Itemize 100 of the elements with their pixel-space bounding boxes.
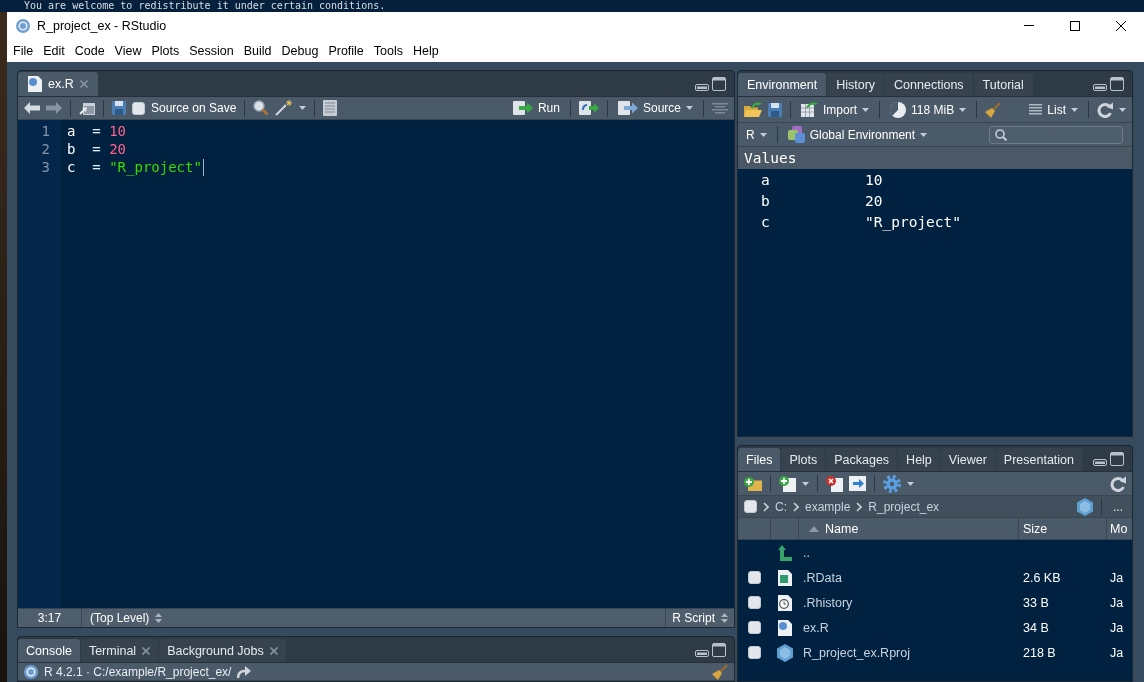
- new-file-icon[interactable]: [779, 475, 796, 492]
- file-name[interactable]: ..: [799, 545, 810, 560]
- language-selector[interactable]: R: [744, 124, 769, 145]
- broom-icon[interactable]: [712, 663, 728, 680]
- pane-tab[interactable]: Files: [738, 448, 781, 471]
- magic-wand-icon[interactable]: [275, 100, 294, 116]
- menu-item[interactable]: Plots: [146, 41, 185, 60]
- menu-item[interactable]: File: [8, 41, 39, 60]
- caret-icon: [802, 481, 809, 486]
- file-name[interactable]: .Rhistory: [799, 595, 853, 610]
- console-tab[interactable]: Background Jobs: [159, 639, 286, 662]
- more-button[interactable]: ...: [1110, 499, 1126, 514]
- maximize-icon[interactable]: [1070, 20, 1080, 31]
- run-button[interactable]: Run: [510, 98, 562, 118]
- checkbox[interactable]: [748, 571, 761, 584]
- path-link[interactable]: R_project_ex: [868, 499, 940, 514]
- popout-icon[interactable]: [79, 101, 95, 115]
- checkbox[interactable]: [744, 500, 757, 513]
- search-field[interactable]: [989, 125, 1123, 144]
- broom-icon[interactable]: [985, 101, 1002, 118]
- search-icon[interactable]: [253, 100, 270, 116]
- file-size: 218 B: [1022, 645, 1056, 660]
- notebook-icon[interactable]: [323, 100, 338, 116]
- pane-tab[interactable]: History: [827, 73, 885, 96]
- table-cell-text: Ja: [1109, 620, 1124, 635]
- editor-tab[interactable]: ex.R: [18, 72, 98, 96]
- checkbox[interactable]: [748, 621, 761, 634]
- file-name[interactable]: R_project_ex.Rproj: [799, 645, 910, 660]
- file-name[interactable]: .RData: [799, 570, 842, 585]
- pane-tab[interactable]: Viewer: [940, 448, 995, 471]
- scope-selector[interactable]: (Top Level): [82, 609, 169, 627]
- import-button[interactable]: Import: [799, 99, 871, 120]
- folder-icon[interactable]: [744, 102, 762, 117]
- file-name[interactable]: ex.R: [799, 620, 829, 635]
- console-tab[interactable]: Console: [18, 639, 80, 662]
- delete-icon[interactable]: [826, 475, 843, 492]
- menu-item[interactable]: Code: [69, 41, 110, 60]
- close-icon[interactable]: [1116, 20, 1126, 31]
- save-icon[interactable]: [112, 101, 126, 115]
- checkbox[interactable]: [132, 101, 145, 115]
- pane-tab[interactable]: Packages: [826, 448, 898, 471]
- curved-arrow-icon[interactable]: [578, 101, 599, 115]
- new-folder-icon[interactable]: [744, 476, 762, 491]
- minimize-pane-icon[interactable]: [1093, 83, 1107, 91]
- list-icon: [1029, 104, 1043, 115]
- view-mode-button[interactable]: List: [1027, 99, 1080, 120]
- file-type-selector[interactable]: R Script: [665, 609, 734, 627]
- maximize-pane-icon[interactable]: [1110, 76, 1124, 91]
- caret-icon: [920, 132, 928, 137]
- menu-item[interactable]: View: [109, 41, 147, 60]
- clock-file-icon: [778, 594, 792, 611]
- column-header[interactable]: Size: [1019, 518, 1107, 539]
- minimize-pane-icon[interactable]: [695, 649, 709, 657]
- console-path: R 4.2.1 · C:/example/R_project_ex/: [44, 664, 232, 679]
- maximize-pane-icon[interactable]: [1110, 451, 1124, 466]
- pane-tab[interactable]: Connections: [885, 73, 973, 96]
- refresh-icon[interactable]: [1110, 475, 1126, 492]
- path-link[interactable]: C:: [775, 499, 787, 514]
- column-header[interactable]: Mo: [1107, 518, 1132, 539]
- checkbox[interactable]: [748, 646, 761, 659]
- checkbox[interactable]: [748, 596, 761, 609]
- hexagon-icon: [777, 643, 793, 662]
- environment-selector[interactable]: Global Environment: [785, 124, 930, 145]
- back-arrow-icon[interactable]: [24, 102, 40, 114]
- refresh-icon[interactable]: [1097, 101, 1113, 118]
- hexagon-icon[interactable]: [1077, 497, 1093, 516]
- pane-tab[interactable]: Plots: [781, 448, 826, 471]
- caret-icon: [686, 106, 693, 110]
- path-link[interactable]: example: [805, 499, 851, 514]
- variable-name: c: [760, 213, 770, 230]
- menu-item[interactable]: Help: [408, 41, 444, 60]
- pane-tab[interactable]: Help: [898, 448, 940, 471]
- menu-item[interactable]: Profile: [323, 41, 369, 60]
- menu-item[interactable]: Tools: [368, 41, 408, 60]
- checkbox-label[interactable]: Source on Save: [151, 101, 237, 115]
- save-icon[interactable]: [768, 102, 782, 117]
- logo-icon[interactable]: [24, 664, 38, 679]
- maximize-pane-icon[interactable]: [712, 76, 726, 91]
- menu-item[interactable]: Debug: [276, 41, 324, 60]
- minimize-pane-icon[interactable]: [695, 83, 709, 91]
- menu-item[interactable]: Session: [184, 41, 239, 60]
- menu-item[interactable]: Build: [238, 41, 277, 60]
- pane-tab[interactable]: Tutorial: [973, 73, 1033, 96]
- chevron-icon: [763, 501, 769, 512]
- column-header[interactable]: Name: [799, 518, 1019, 539]
- console-tab[interactable]: Terminal: [80, 639, 159, 662]
- updown-caret-icon: [721, 613, 728, 623]
- updown-caret-icon: [155, 613, 163, 623]
- line-number: 2: [40, 140, 50, 158]
- curved-arrow-icon[interactable]: [237, 665, 252, 678]
- gear-icon[interactable]: [883, 474, 901, 493]
- memory-button[interactable]: 118 MiB: [888, 99, 969, 120]
- data-file-icon: [778, 569, 792, 586]
- pane-tab[interactable]: Presentation: [995, 448, 1082, 471]
- menu-item[interactable]: Edit: [38, 41, 70, 60]
- line-number: 3: [40, 158, 50, 176]
- source-button[interactable]: Source: [615, 98, 695, 118]
- pane-tab[interactable]: Environment: [738, 73, 827, 96]
- maximize-pane-icon[interactable]: [712, 642, 726, 657]
- minimize-pane-icon[interactable]: [1093, 458, 1107, 466]
